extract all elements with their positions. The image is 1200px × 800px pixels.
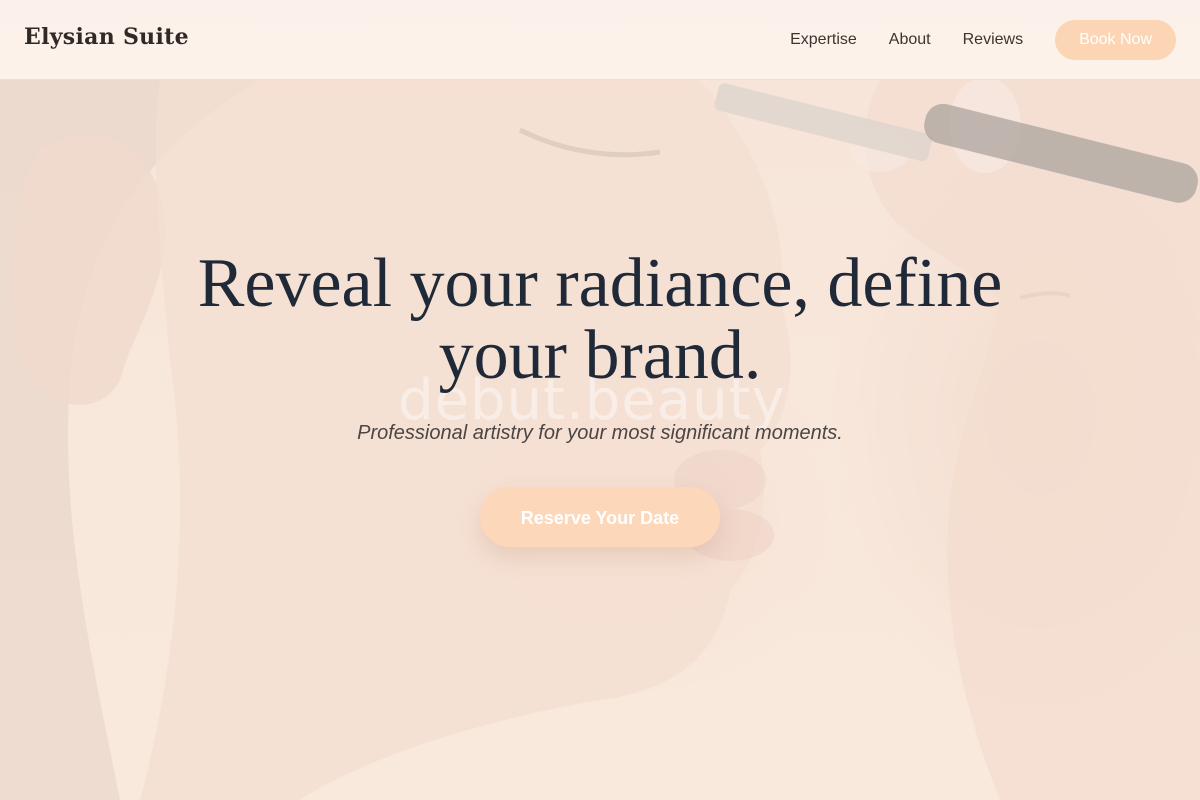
- main-navigation: Expertise About Reviews Book Now: [790, 0, 1176, 80]
- hero-section: Reveal your radiance, define your brand.…: [0, 248, 1200, 547]
- hero-title: Reveal your radiance, define your brand.: [197, 245, 1003, 394]
- site-header: Elysian Suite Expertise About Reviews Bo…: [0, 0, 1200, 80]
- book-now-button[interactable]: Book Now: [1055, 20, 1176, 60]
- nav-link-reviews[interactable]: Reviews: [963, 31, 1023, 49]
- reserve-date-button[interactable]: Reserve Your Date: [480, 487, 720, 547]
- hero-subtitle: Professional artistry for your most sign…: [357, 422, 843, 444]
- nav-link-about[interactable]: About: [889, 31, 931, 49]
- nav-link-expertise[interactable]: Expertise: [790, 31, 857, 49]
- brand-logo[interactable]: Elysian Suite: [24, 24, 189, 50]
